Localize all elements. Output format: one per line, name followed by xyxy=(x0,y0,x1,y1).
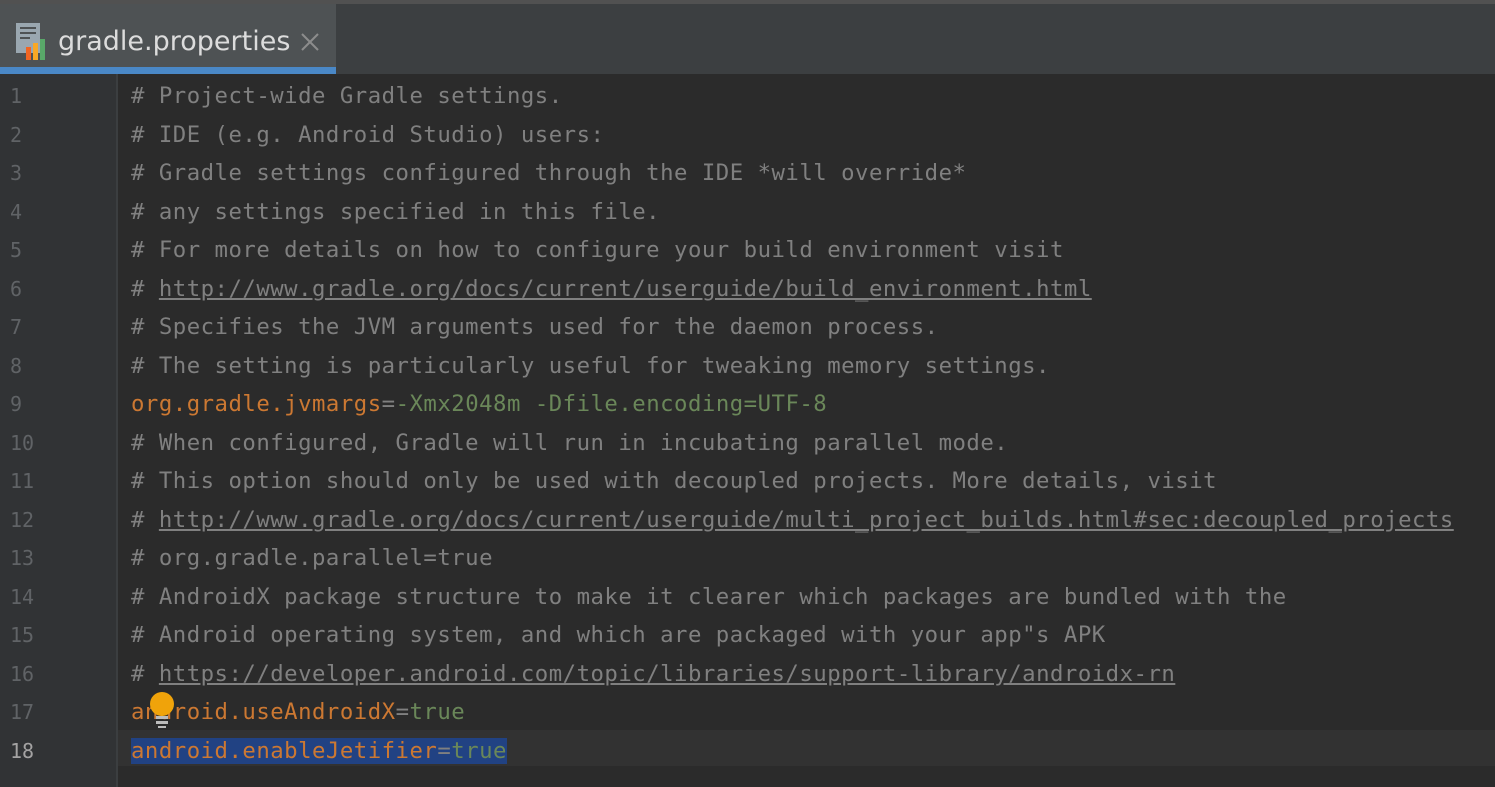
lightbulb-icon[interactable] xyxy=(148,691,176,729)
comment-text: # Gradle settings configured through the… xyxy=(131,160,967,186)
code-text[interactable]: # Project-wide Gradle settings. xyxy=(131,77,563,115)
close-icon[interactable] xyxy=(298,30,322,54)
gradle-properties-icon xyxy=(16,23,45,60)
code-text[interactable]: org.gradle.jvmargs=-Xmx2048m -Dfile.enco… xyxy=(131,385,827,423)
code-line[interactable]: 9 org.gradle.jvmargs=-Xmx2048m -Dfile.enc… xyxy=(0,385,1495,423)
comment-text: # AndroidX package structure to make it … xyxy=(131,583,1287,610)
line-number: 9 xyxy=(10,392,23,416)
code-text[interactable]: # Gradle settings configured through the… xyxy=(131,154,966,192)
line-number: 17 xyxy=(10,700,35,724)
code-line[interactable]: 12 # http://www.gradle.org/docs/current/u… xyxy=(0,501,1495,539)
code-text[interactable]: # http://www.gradle.org/docs/current/use… xyxy=(131,501,1454,539)
comment-text: # This option should only be used with d… xyxy=(131,468,1218,494)
code-text[interactable]: # When configured, Gradle will run in in… xyxy=(131,424,1008,462)
code-line[interactable]: 1 # Project-wide Gradle settings. xyxy=(0,77,1495,115)
line-number: 5 xyxy=(10,238,23,262)
property-separator: = xyxy=(395,699,410,725)
line-number: 10 xyxy=(10,430,35,455)
property-value: true xyxy=(409,699,466,725)
active-tab-indicator xyxy=(0,67,336,74)
url-link[interactable]: http://www.gradle.org/docs/current/userg… xyxy=(159,507,1454,533)
code-text[interactable]: # Specifies the JVM arguments used for t… xyxy=(131,308,939,346)
comment-prefix: # xyxy=(131,275,159,302)
code-line[interactable]: 18 android.enableJetifier=true xyxy=(0,732,1495,770)
code-line[interactable]: 6 # http://www.gradle.org/docs/current/us… xyxy=(0,270,1495,308)
code-line[interactable]: 14 # AndroidX package structure to make i… xyxy=(0,578,1495,616)
code-line[interactable]: 17 android.useAndroidX=true xyxy=(0,693,1495,731)
property-value: true xyxy=(451,737,507,764)
comment-text: # org.gradle.parallel=true xyxy=(131,545,494,571)
url-link[interactable]: http://www.gradle.org/docs/current/userg… xyxy=(159,276,1092,302)
code-text[interactable]: # http://www.gradle.org/docs/current/use… xyxy=(131,270,1092,308)
code-line[interactable]: 11 # This option should only be used with… xyxy=(0,462,1495,500)
code-line[interactable]: 10 # When configured, Gradle will run in … xyxy=(0,424,1495,462)
code-text[interactable]: # The setting is particularly useful for… xyxy=(131,347,1050,385)
code-text[interactable]: # For more details on how to configure y… xyxy=(131,231,1064,269)
code-editor[interactable]: 1 # Project-wide Gradle settings. 2 # IDE (… xyxy=(0,74,1495,787)
code-line[interactable]: 3 # Gradle settings configured through th… xyxy=(0,154,1495,192)
code-line[interactable]: 13 # org.gradle.parallel=true xyxy=(0,539,1495,577)
comment-text: # Android operating system, and which ar… xyxy=(131,622,1106,648)
code-line[interactable]: 16 # https://developer.android.com/topic/… xyxy=(0,655,1495,693)
code-text[interactable]: # any settings specified in this file. xyxy=(131,193,660,231)
comment-prefix: # xyxy=(131,660,159,687)
comment-prefix: # xyxy=(131,506,159,533)
tab-gradle-properties[interactable]: gradle.properties xyxy=(0,4,336,74)
line-number: 4 xyxy=(10,199,23,224)
tab-title: gradle.properties xyxy=(58,26,291,57)
text-selection: android.enableJetifier=true xyxy=(131,737,507,764)
line-number: 11 xyxy=(10,469,35,493)
property-separator: = xyxy=(437,737,452,764)
property-separator: = xyxy=(381,391,396,417)
code-text[interactable]: # This option should only be used with d… xyxy=(131,462,1217,500)
line-number: 13 xyxy=(10,546,35,570)
property-key: android.enableJetifier xyxy=(131,737,438,764)
comment-text: # The setting is particularly useful for… xyxy=(131,352,1050,379)
code-line[interactable]: 4 # any settings specified in this file. xyxy=(0,193,1495,231)
comment-text: # any settings specified in this file. xyxy=(131,198,661,225)
line-number: 2 xyxy=(10,122,23,147)
code-text[interactable]: # AndroidX package structure to make it … xyxy=(131,578,1287,616)
line-number: 7 xyxy=(10,315,23,339)
code-line[interactable]: 8 # The setting is particularly useful fo… xyxy=(0,347,1495,385)
comment-text: # IDE (e.g. Android Studio) users: xyxy=(131,121,605,148)
line-number: 6 xyxy=(10,276,23,301)
code-line[interactable]: 2 # IDE (e.g. Android Studio) users: xyxy=(0,116,1495,154)
line-number: 3 xyxy=(10,161,23,185)
line-number: 1 xyxy=(10,84,23,108)
url-link[interactable]: https://developer.android.com/topic/libr… xyxy=(159,661,1175,687)
line-number: 8 xyxy=(10,353,23,378)
code-text[interactable]: # Android operating system, and which ar… xyxy=(131,616,1106,654)
comment-text: # Project-wide Gradle settings. xyxy=(131,83,563,109)
line-number: 14 xyxy=(10,584,35,609)
code-text[interactable]: android.enableJetifier=true xyxy=(131,732,507,770)
code-text[interactable]: # https://developer.android.com/topic/li… xyxy=(131,655,1175,693)
code-text[interactable]: android.useAndroidX=true xyxy=(131,693,465,731)
code-text[interactable]: # org.gradle.parallel=true xyxy=(131,539,493,577)
code-line[interactable]: 7 # Specifies the JVM arguments used for … xyxy=(0,308,1495,346)
line-number: 16 xyxy=(10,661,35,686)
comment-text: # When configured, Gradle will run in in… xyxy=(131,429,1009,456)
code-line[interactable]: 15 # Android operating system, and which … xyxy=(0,616,1495,654)
code-line[interactable]: 5 # For more details on how to configure … xyxy=(0,231,1495,269)
comment-text: # Specifies the JVM arguments used for t… xyxy=(131,314,939,340)
line-number: 18 xyxy=(10,738,35,763)
property-key: org.gradle.jvmargs xyxy=(131,391,382,417)
property-value: -Xmx2048m -Dfile.encoding=UTF-8 xyxy=(395,391,828,417)
code-text[interactable]: # IDE (e.g. Android Studio) users: xyxy=(131,116,604,154)
comment-text: # For more details on how to configure y… xyxy=(131,237,1064,263)
line-number: 12 xyxy=(10,507,35,532)
editor-tab-bar: gradle.properties xyxy=(0,0,1495,74)
line-number: 15 xyxy=(10,623,35,647)
